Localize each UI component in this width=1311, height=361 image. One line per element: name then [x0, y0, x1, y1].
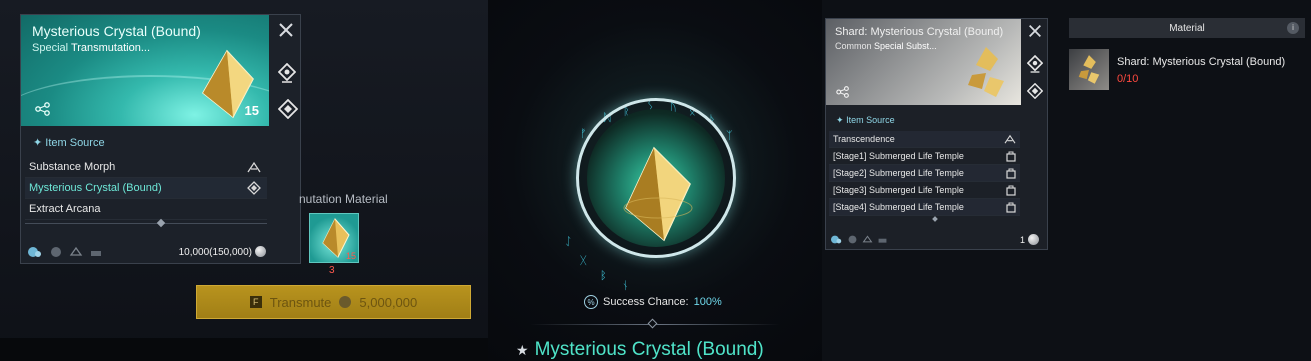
tooltip-flags	[27, 245, 103, 259]
source-item[interactable]: [Stage2] Submerged Life Temple	[829, 165, 1020, 182]
silver-coin-icon	[1028, 234, 1039, 245]
source-item[interactable]: Extract Arcana	[25, 199, 267, 220]
sell-price: 10,000(150,000)	[179, 246, 266, 258]
pin-location-icon[interactable]	[1027, 55, 1043, 73]
material-slot-qty: 15	[345, 251, 356, 261]
item-source-list: Substance Morph Mysterious Crystal (Boun…	[25, 157, 267, 220]
left-bottom-bar	[0, 338, 488, 361]
tooltip-header: Mysterious Crystal (Bound) Special Trans…	[21, 15, 269, 126]
rune-glyph: ᛒ	[600, 270, 607, 282]
dungeon-icon	[1006, 185, 1016, 196]
item-tooltip-shard: Shard: Mysterious Crystal (Bound) Common…	[825, 18, 1048, 250]
tradable-icon	[28, 247, 41, 257]
storage-icon	[51, 247, 61, 257]
divider-diamond	[156, 218, 166, 228]
transmute-shortcut-icon[interactable]	[1027, 83, 1043, 99]
tooltip-title: Shard: Mysterious Crystal (Bound)	[835, 26, 1004, 38]
rune-glyph: ᚾ	[622, 280, 629, 292]
item-source-heading: ✦ Item Source	[836, 115, 895, 125]
close-icon[interactable]	[277, 21, 295, 39]
dungeon-icon	[1006, 202, 1016, 213]
dismantle-icon	[91, 251, 101, 256]
tradable-icon	[831, 235, 842, 244]
source-item[interactable]: [Stage4] Submerged Life Temple	[829, 199, 1020, 216]
crystal-icon	[623, 146, 693, 242]
source-item[interactable]: [Stage1] Submerged Life Temple	[829, 148, 1020, 165]
close-icon[interactable]	[1027, 23, 1043, 39]
owned-quantity: 1	[1020, 234, 1039, 245]
required-quantity: 3	[329, 265, 335, 276]
tooltip-header: Shard: Mysterious Crystal (Bound) Common…	[826, 19, 1021, 105]
material-name: Shard: Mysterious Crystal (Bound)	[1117, 56, 1286, 68]
share-icon[interactable]	[35, 102, 51, 116]
divider-diamond	[932, 216, 938, 222]
result-item-name: ★ Mysterious Crystal (Bound)	[516, 339, 764, 360]
rune-glyph: ᚷ	[580, 255, 587, 267]
material-thumbnail	[1069, 49, 1109, 90]
transmute-shortcut-icon[interactable]	[278, 99, 298, 119]
percent-icon: %	[584, 295, 598, 309]
scale-icon	[69, 246, 83, 256]
info-icon[interactable]: i	[1287, 22, 1299, 34]
material-progress: 0/10	[1117, 73, 1139, 85]
success-chance-value: 100%	[693, 296, 722, 308]
success-chance: % Success Chance: 100%	[584, 295, 722, 309]
source-item[interactable]: Transcendence	[829, 131, 1020, 148]
tooltip-flags	[830, 234, 888, 245]
dungeon-icon	[1006, 168, 1016, 179]
sparkle-icon: ✦	[836, 115, 844, 125]
crystal-shard-icon	[968, 47, 1004, 97]
tooltip-grade: Common	[835, 41, 872, 51]
silver-coin-icon	[255, 246, 266, 257]
substance-morph-icon	[247, 161, 261, 173]
dismantle-icon	[878, 238, 887, 243]
transmute-button[interactable]: F Transmute 5,000,000	[196, 285, 471, 319]
transmute-cost: 5,000,000	[359, 294, 418, 310]
dungeon-icon	[1006, 151, 1016, 162]
tooltip-subtitle: Special Transmutation...	[32, 42, 150, 54]
tooltip-grade: Special	[32, 42, 69, 54]
scale-icon	[862, 235, 873, 243]
material-requirement-row[interactable]: Shard: Mysterious Crystal (Bound) 0/10	[1069, 49, 1309, 93]
crystal-shard-icon	[1078, 55, 1100, 84]
item-tooltip-crystal: Mysterious Crystal (Bound) Special Trans…	[20, 14, 301, 264]
tooltip-subtitle: Common Special Subst...	[835, 41, 937, 51]
material-slot[interactable]: 15	[309, 213, 359, 263]
hotkey-badge: F	[249, 296, 262, 308]
storage-icon	[848, 235, 857, 244]
item-source-heading: ✦ Item Source	[33, 137, 105, 149]
transcendence-icon	[1004, 134, 1016, 144]
material-panel-header: Material i	[1069, 18, 1305, 38]
stack-count: 15	[244, 103, 259, 118]
sparkle-icon: ✦	[33, 137, 43, 149]
source-item[interactable]: Mysterious Crystal (Bound)	[25, 178, 267, 199]
rune-glyph: ᛇ	[565, 236, 572, 248]
share-icon[interactable]	[836, 86, 850, 98]
transmutation-material-label: nutation Material	[299, 192, 388, 206]
silver-coin-icon	[339, 296, 352, 308]
tooltip-category: Transmutation...	[70, 42, 151, 54]
item-source-list: Transcendence [Stage1] Submerged Life Te…	[829, 131, 1020, 216]
tooltip-category: Special Subst...	[874, 41, 937, 51]
source-item[interactable]: Substance Morph	[25, 157, 267, 178]
pin-location-icon[interactable]	[278, 63, 296, 83]
transmute-label: Transmute	[269, 294, 332, 310]
source-item[interactable]: [Stage3] Submerged Life Temple	[829, 182, 1020, 199]
transmute-icon	[247, 181, 261, 195]
star-icon: ★	[516, 341, 529, 358]
tooltip-title: Mysterious Crystal (Bound)	[32, 23, 201, 39]
